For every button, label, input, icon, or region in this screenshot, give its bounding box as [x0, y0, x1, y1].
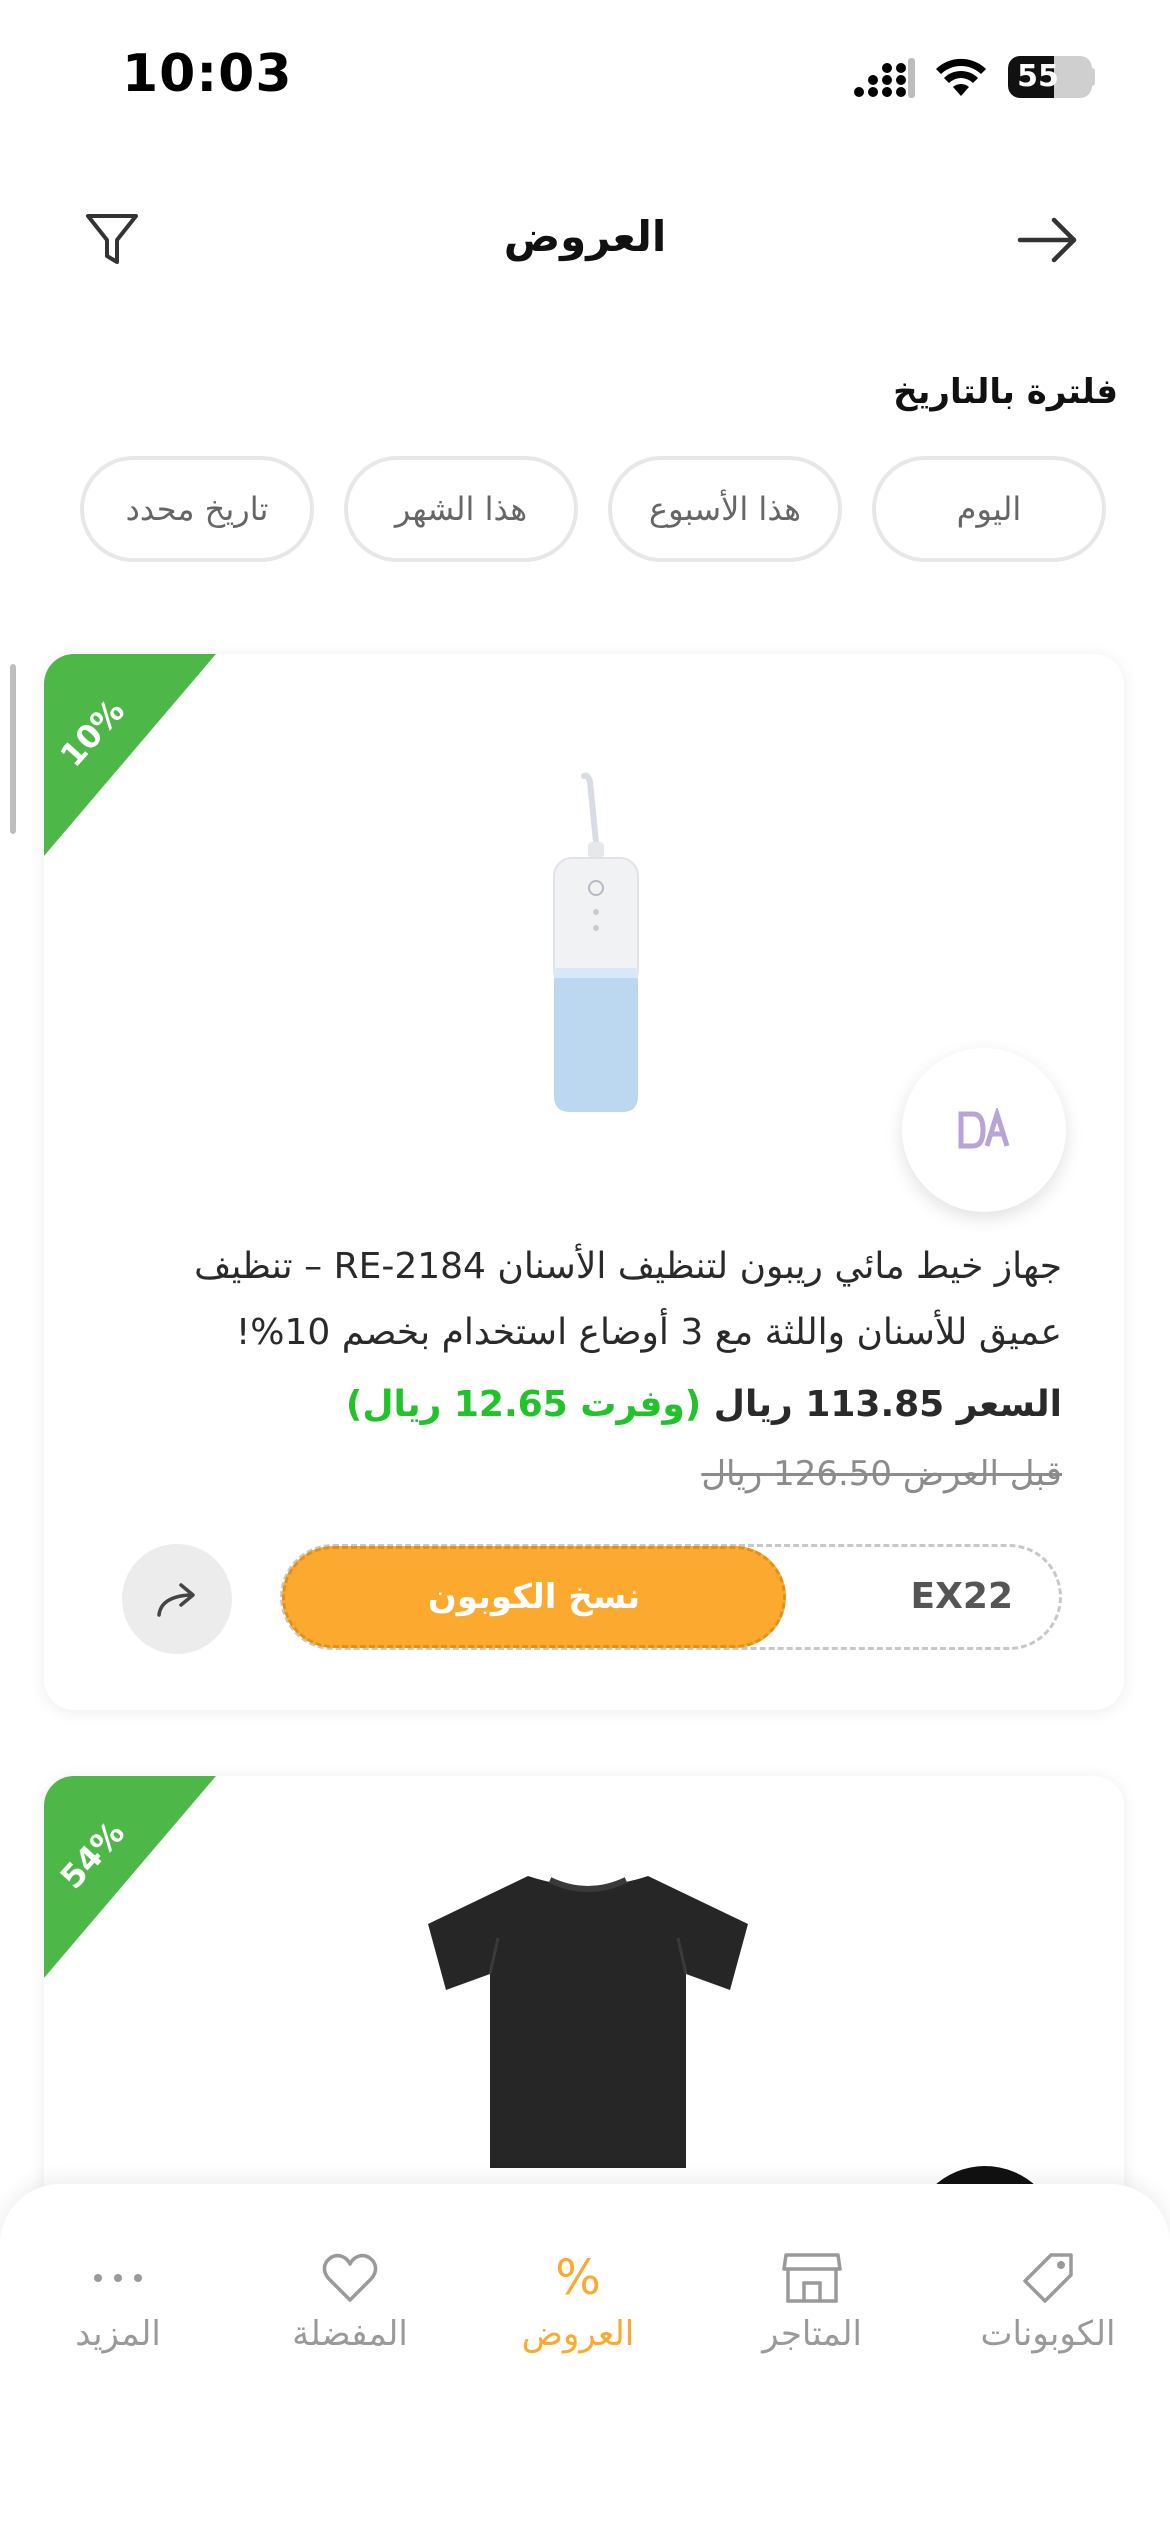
bottom-navigation: الكوبونات المتاجر % العروض المفضلة المزي… [0, 2184, 1170, 2532]
arrow-right-icon[interactable] [1016, 214, 1080, 266]
coupon-box: EX22 نسخ الكوبون [280, 1544, 1062, 1650]
battery-tip [1090, 68, 1095, 86]
status-bar: 10:03 55 [0, 0, 1170, 150]
share-arrow-icon [157, 1583, 195, 1617]
nav-item-more[interactable]: المزيد [18, 2248, 218, 2368]
store-icon [777, 2248, 847, 2308]
offer-card[interactable]: 10% جهاز خيط مائي ريبون لتنظيف الأسنان R… [44, 654, 1124, 1710]
nav-label-coupons: الكوبونات [980, 2314, 1116, 2354]
status-time: 10:03 [122, 44, 293, 104]
scroll-indicator[interactable] [10, 664, 16, 834]
wifi-icon [936, 58, 986, 96]
nav-label-more: المزيد [75, 2314, 161, 2354]
offer-description: جهاز خيط مائي ريبون لتنظيف الأسنان RE-21… [194, 1246, 1062, 1353]
price-line: السعر 113.85 ريال (وفرت 12.65 ريال) [346, 1384, 1062, 1425]
nav-item-coupons[interactable]: الكوبونات [948, 2248, 1148, 2368]
nav-label-stores: المتاجر [762, 2314, 862, 2354]
battery-level: 55 [1017, 59, 1059, 94]
price-prefix: السعر [956, 1384, 1062, 1425]
coupon-code: EX22 [910, 1576, 1013, 1617]
chip-this-week[interactable]: هذا الأسبوع [608, 456, 842, 562]
nav-label-favorites: المفضلة [292, 2314, 408, 2354]
original-price: قبل العرض 126.50 ريال [701, 1454, 1062, 1494]
cellular-signal-icon [854, 58, 915, 98]
copy-coupon-button[interactable]: نسخ الكوبون [282, 1546, 786, 1648]
product-image-water-flosser[interactable] [504, 772, 684, 1122]
chip-specific-date[interactable]: تاريخ محدد [80, 456, 314, 562]
store-brand-icon [958, 1108, 1010, 1149]
tag-icon [1013, 2248, 1083, 2308]
share-button[interactable] [122, 1544, 232, 1654]
date-filter-chips: اليوم هذا الأسبوع هذا الشهر تاريخ محدد [80, 456, 1106, 562]
header: العروض [0, 190, 1170, 290]
nav-item-offers[interactable]: % العروض [478, 2248, 678, 2368]
battery-icon: 55 [1008, 56, 1092, 98]
nav-item-stores[interactable]: المتاجر [712, 2248, 912, 2368]
more-dots-icon [83, 2248, 153, 2308]
filter-funnel-icon[interactable] [84, 210, 140, 270]
saved-amount: (وفرت 12.65 ريال) [345, 1384, 702, 1425]
percent-icon: % [555, 2250, 601, 2306]
heart-icon [315, 2248, 385, 2308]
store-logo[interactable] [902, 1048, 1066, 1212]
filter-by-date-label: فلترة بالتاريخ [893, 372, 1118, 412]
page-title: العروض [503, 212, 667, 261]
price-value: 113.85 ريال [713, 1384, 945, 1425]
chip-today[interactable]: اليوم [872, 456, 1106, 562]
product-image-tshirt[interactable] [418, 1868, 758, 2168]
nav-item-favorites[interactable]: المفضلة [250, 2248, 450, 2368]
chip-this-month[interactable]: هذا الشهر [344, 456, 578, 562]
nav-label-offers: العروض [521, 2314, 635, 2354]
